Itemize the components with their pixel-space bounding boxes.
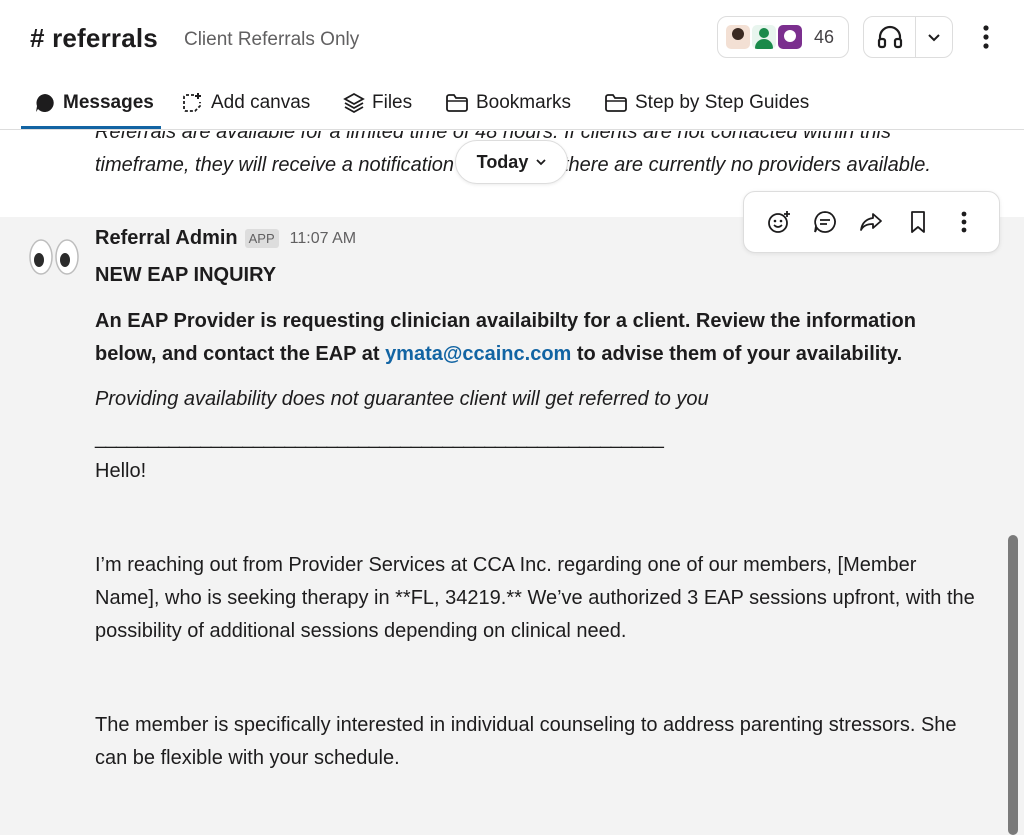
tab-messages[interactable]: Messages [34, 88, 154, 118]
save-bookmark-button[interactable] [900, 204, 936, 240]
tab-label: Bookmarks [476, 92, 572, 113]
message-timestamp[interactable]: 11:07 AM [290, 230, 356, 248]
channel-more-button[interactable] [972, 22, 1000, 52]
member-count: 46 [814, 26, 835, 47]
files-stack-icon [343, 92, 365, 114]
huddle-button[interactable] [864, 17, 916, 57]
message: Referral Admin APP 11:07 AM NEW EAP INQU… [0, 217, 1024, 835]
scrollbar-thumb[interactable] [1008, 535, 1018, 835]
greeting-text: Hello! [95, 460, 147, 482]
channel-name[interactable]: # referrals [30, 23, 158, 54]
members-button[interactable]: 46 [717, 16, 849, 58]
tab-bookmarks[interactable]: Bookmarks [445, 88, 571, 118]
member-avatar [752, 25, 776, 49]
message-paragraph-2: The member is specifically interested in… [95, 714, 957, 769]
add-reaction-button[interactable] [761, 204, 797, 240]
date-label: Today [476, 151, 529, 172]
tab-label: Step by Step Guides [635, 92, 810, 113]
message-actions-toolbar [743, 191, 1000, 253]
tab-step-by-step-guides[interactable]: Step by Step Guides [604, 88, 809, 118]
email-link[interactable]: ymata@ccainc.com [385, 343, 571, 365]
message-heading: NEW EAP INQUIRY [95, 264, 277, 286]
active-tab-indicator [21, 126, 161, 129]
disclaimer-text: Providing availability does not guarante… [95, 388, 709, 410]
app-badge: APP [244, 229, 279, 248]
chevron-down-icon [536, 155, 546, 169]
bookmark-icon [910, 211, 925, 233]
date-divider-button[interactable]: Today [455, 140, 568, 184]
huddle-control [863, 16, 953, 58]
eyes-emoji-avatar[interactable] [28, 237, 82, 277]
intro-text-end: to advise them of your availability. [571, 343, 903, 365]
more-actions-button[interactable] [946, 204, 982, 240]
chevron-down-icon [928, 34, 940, 42]
sender-name[interactable]: Referral Admin [95, 227, 238, 250]
tab-label: Add canvas [211, 92, 311, 113]
more-actions-icon [961, 211, 967, 233]
huddle-dropdown[interactable] [916, 32, 952, 42]
add-reaction-icon [768, 211, 791, 233]
add-canvas-icon [183, 93, 201, 112]
share-forward-icon [860, 213, 883, 231]
share-message-button[interactable] [853, 204, 889, 240]
reply-thread-button[interactable] [807, 204, 843, 240]
member-avatar [778, 25, 802, 49]
tab-label: Messages [63, 92, 154, 113]
headphones-icon [877, 25, 902, 49]
folder-icon [605, 94, 627, 112]
message-paragraph-1: I’m reaching out from Provider Services … [95, 554, 975, 642]
reply-thread-icon [814, 211, 837, 233]
message-bubble-icon [36, 94, 54, 112]
member-avatar [726, 25, 750, 49]
text-divider: ________________________________________… [95, 427, 664, 449]
tab-label: Files [372, 92, 413, 113]
eyes-icon [29, 239, 79, 275]
vertical-ellipsis-icon [983, 25, 989, 49]
message-body: NEW EAP INQUIRY An EAP Provider is reque… [95, 259, 975, 775]
folder-icon [446, 94, 468, 112]
intro-paragraph: An EAP Provider is requesting clinician … [95, 305, 975, 371]
channel-topic[interactable]: Client Referrals Only [184, 29, 359, 51]
message-header: Referral Admin APP 11:07 AM [95, 227, 356, 250]
tab-files[interactable]: Files [343, 88, 412, 118]
channel-tabs: Messages Add canvas Files Bookmarks Step… [0, 76, 1024, 130]
tab-add-canvas[interactable]: Add canvas [180, 88, 310, 118]
